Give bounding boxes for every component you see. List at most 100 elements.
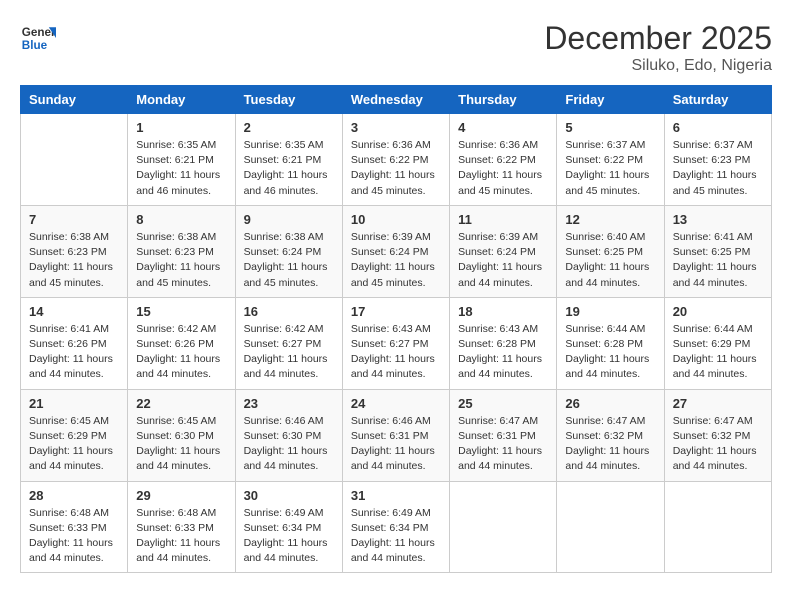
calendar-cell: 4 Sunrise: 6:36 AMSunset: 6:22 PMDaylight… bbox=[450, 114, 557, 206]
calendar-cell: 26 Sunrise: 6:47 AMSunset: 6:32 PMDayligh… bbox=[557, 389, 664, 481]
day-number: 24 bbox=[351, 396, 441, 411]
calendar-cell: 13 Sunrise: 6:41 AMSunset: 6:25 PMDayligh… bbox=[664, 205, 771, 297]
month-title: December 2025 bbox=[544, 20, 772, 57]
day-number: 21 bbox=[29, 396, 119, 411]
calendar-header-row: SundayMondayTuesdayWednesdayThursdayFrid… bbox=[21, 86, 772, 114]
day-number: 1 bbox=[136, 120, 226, 135]
day-info: Sunrise: 6:49 AMSunset: 6:34 PMDaylight:… bbox=[244, 506, 334, 567]
day-info: Sunrise: 6:42 AMSunset: 6:26 PMDaylight:… bbox=[136, 322, 226, 383]
day-number: 19 bbox=[565, 304, 655, 319]
day-info: Sunrise: 6:41 AMSunset: 6:25 PMDaylight:… bbox=[673, 230, 763, 291]
title-block: December 2025 Siluko, Edo, Nigeria bbox=[544, 20, 772, 75]
day-info: Sunrise: 6:45 AMSunset: 6:29 PMDaylight:… bbox=[29, 414, 119, 475]
day-number: 8 bbox=[136, 212, 226, 227]
location-subtitle: Siluko, Edo, Nigeria bbox=[544, 57, 772, 75]
day-info: Sunrise: 6:38 AMSunset: 6:23 PMDaylight:… bbox=[29, 230, 119, 291]
day-number: 5 bbox=[565, 120, 655, 135]
day-number: 28 bbox=[29, 488, 119, 503]
day-header-thursday: Thursday bbox=[450, 86, 557, 114]
day-info: Sunrise: 6:43 AMSunset: 6:27 PMDaylight:… bbox=[351, 322, 441, 383]
day-number: 13 bbox=[673, 212, 763, 227]
day-number: 4 bbox=[458, 120, 548, 135]
day-number: 25 bbox=[458, 396, 548, 411]
day-info: Sunrise: 6:36 AMSunset: 6:22 PMDaylight:… bbox=[458, 138, 548, 199]
day-number: 15 bbox=[136, 304, 226, 319]
calendar-cell: 23Sunrise: 6:46 AMSunset: 6:30 PMDayligh… bbox=[235, 389, 342, 481]
calendar-cell bbox=[664, 481, 771, 573]
day-info: Sunrise: 6:47 AMSunset: 6:31 PMDaylight:… bbox=[458, 414, 548, 475]
calendar-cell: 6 Sunrise: 6:37 AMSunset: 6:23 PMDaylight… bbox=[664, 114, 771, 206]
calendar-cell: 17 Sunrise: 6:43 AMSunset: 6:27 PMDayligh… bbox=[342, 297, 449, 389]
day-number: 11 bbox=[458, 212, 548, 227]
calendar-cell: 5 Sunrise: 6:37 AMSunset: 6:22 PMDaylight… bbox=[557, 114, 664, 206]
day-info: Sunrise: 6:35 AMSunset: 6:21 PMDaylight:… bbox=[244, 138, 334, 199]
calendar-cell: 9 Sunrise: 6:38 AMSunset: 6:24 PMDaylight… bbox=[235, 205, 342, 297]
calendar-cell bbox=[21, 114, 128, 206]
day-number: 17 bbox=[351, 304, 441, 319]
calendar-cell: 15 Sunrise: 6:42 AMSunset: 6:26 PMDayligh… bbox=[128, 297, 235, 389]
day-number: 3 bbox=[351, 120, 441, 135]
day-info: Sunrise: 6:38 AMSunset: 6:24 PMDaylight:… bbox=[244, 230, 334, 291]
week-row-2: 7Sunrise: 6:38 AMSunset: 6:23 PMDaylight… bbox=[21, 205, 772, 297]
day-info: Sunrise: 6:44 AMSunset: 6:29 PMDaylight:… bbox=[673, 322, 763, 383]
logo: General Blue bbox=[20, 20, 56, 56]
day-header-monday: Monday bbox=[128, 86, 235, 114]
calendar-cell: 20 Sunrise: 6:44 AMSunset: 6:29 PMDayligh… bbox=[664, 297, 771, 389]
calendar-cell: 27 Sunrise: 6:47 AMSunset: 6:32 PMDayligh… bbox=[664, 389, 771, 481]
calendar-cell: 14Sunrise: 6:41 AMSunset: 6:26 PMDayligh… bbox=[21, 297, 128, 389]
day-info: Sunrise: 6:40 AMSunset: 6:25 PMDaylight:… bbox=[565, 230, 655, 291]
day-number: 20 bbox=[673, 304, 763, 319]
day-number: 6 bbox=[673, 120, 763, 135]
day-info: Sunrise: 6:41 AMSunset: 6:26 PMDaylight:… bbox=[29, 322, 119, 383]
calendar-cell: 31 Sunrise: 6:49 AMSunset: 6:34 PMDayligh… bbox=[342, 481, 449, 573]
calendar-cell: 1 Sunrise: 6:35 AMSunset: 6:21 PMDaylight… bbox=[128, 114, 235, 206]
day-info: Sunrise: 6:44 AMSunset: 6:28 PMDaylight:… bbox=[565, 322, 655, 383]
day-info: Sunrise: 6:47 AMSunset: 6:32 PMDaylight:… bbox=[565, 414, 655, 475]
day-info: Sunrise: 6:48 AMSunset: 6:33 PMDaylight:… bbox=[29, 506, 119, 567]
calendar-cell bbox=[450, 481, 557, 573]
calendar-cell: 3 Sunrise: 6:36 AMSunset: 6:22 PMDaylight… bbox=[342, 114, 449, 206]
calendar-cell: 21 Sunrise: 6:45 AMSunset: 6:29 PMDayligh… bbox=[21, 389, 128, 481]
week-row-3: 14Sunrise: 6:41 AMSunset: 6:26 PMDayligh… bbox=[21, 297, 772, 389]
calendar-cell: 25 Sunrise: 6:47 AMSunset: 6:31 PMDayligh… bbox=[450, 389, 557, 481]
day-number: 9 bbox=[244, 212, 334, 227]
day-info: Sunrise: 6:36 AMSunset: 6:22 PMDaylight:… bbox=[351, 138, 441, 199]
calendar-cell: 7Sunrise: 6:38 AMSunset: 6:23 PMDaylight… bbox=[21, 205, 128, 297]
day-info: Sunrise: 6:35 AMSunset: 6:21 PMDaylight:… bbox=[136, 138, 226, 199]
day-info: Sunrise: 6:39 AMSunset: 6:24 PMDaylight:… bbox=[458, 230, 548, 291]
day-number: 27 bbox=[673, 396, 763, 411]
calendar-table: SundayMondayTuesdayWednesdayThursdayFrid… bbox=[20, 85, 772, 573]
svg-text:Blue: Blue bbox=[22, 39, 48, 52]
calendar-cell: 19 Sunrise: 6:44 AMSunset: 6:28 PMDayligh… bbox=[557, 297, 664, 389]
page-header: General Blue December 2025 Siluko, Edo, … bbox=[20, 20, 772, 75]
calendar-cell: 2 Sunrise: 6:35 AMSunset: 6:21 PMDaylight… bbox=[235, 114, 342, 206]
calendar-cell: 29Sunrise: 6:48 AMSunset: 6:33 PMDayligh… bbox=[128, 481, 235, 573]
day-number: 30 bbox=[244, 488, 334, 503]
day-number: 10 bbox=[351, 212, 441, 227]
day-number: 31 bbox=[351, 488, 441, 503]
day-number: 2 bbox=[244, 120, 334, 135]
calendar-cell: 30 Sunrise: 6:49 AMSunset: 6:34 PMDayligh… bbox=[235, 481, 342, 573]
day-info: Sunrise: 6:37 AMSunset: 6:22 PMDaylight:… bbox=[565, 138, 655, 199]
calendar-cell: 16Sunrise: 6:42 AMSunset: 6:27 PMDayligh… bbox=[235, 297, 342, 389]
day-info: Sunrise: 6:47 AMSunset: 6:32 PMDaylight:… bbox=[673, 414, 763, 475]
day-header-tuesday: Tuesday bbox=[235, 86, 342, 114]
calendar-cell: 11 Sunrise: 6:39 AMSunset: 6:24 PMDayligh… bbox=[450, 205, 557, 297]
week-row-1: 1 Sunrise: 6:35 AMSunset: 6:21 PMDaylight… bbox=[21, 114, 772, 206]
day-header-wednesday: Wednesday bbox=[342, 86, 449, 114]
day-info: Sunrise: 6:37 AMSunset: 6:23 PMDaylight:… bbox=[673, 138, 763, 199]
day-info: Sunrise: 6:49 AMSunset: 6:34 PMDaylight:… bbox=[351, 506, 441, 567]
day-number: 12 bbox=[565, 212, 655, 227]
calendar-cell: 18Sunrise: 6:43 AMSunset: 6:28 PMDayligh… bbox=[450, 297, 557, 389]
day-info: Sunrise: 6:46 AMSunset: 6:30 PMDaylight:… bbox=[244, 414, 334, 475]
calendar-cell: 28 Sunrise: 6:48 AMSunset: 6:33 PMDayligh… bbox=[21, 481, 128, 573]
day-info: Sunrise: 6:45 AMSunset: 6:30 PMDaylight:… bbox=[136, 414, 226, 475]
day-header-friday: Friday bbox=[557, 86, 664, 114]
day-header-sunday: Sunday bbox=[21, 86, 128, 114]
day-number: 26 bbox=[565, 396, 655, 411]
calendar-cell: 12 Sunrise: 6:40 AMSunset: 6:25 PMDayligh… bbox=[557, 205, 664, 297]
calendar-cell bbox=[557, 481, 664, 573]
logo-icon: General Blue bbox=[20, 20, 56, 56]
calendar-cell: 22Sunrise: 6:45 AMSunset: 6:30 PMDayligh… bbox=[128, 389, 235, 481]
day-header-saturday: Saturday bbox=[664, 86, 771, 114]
